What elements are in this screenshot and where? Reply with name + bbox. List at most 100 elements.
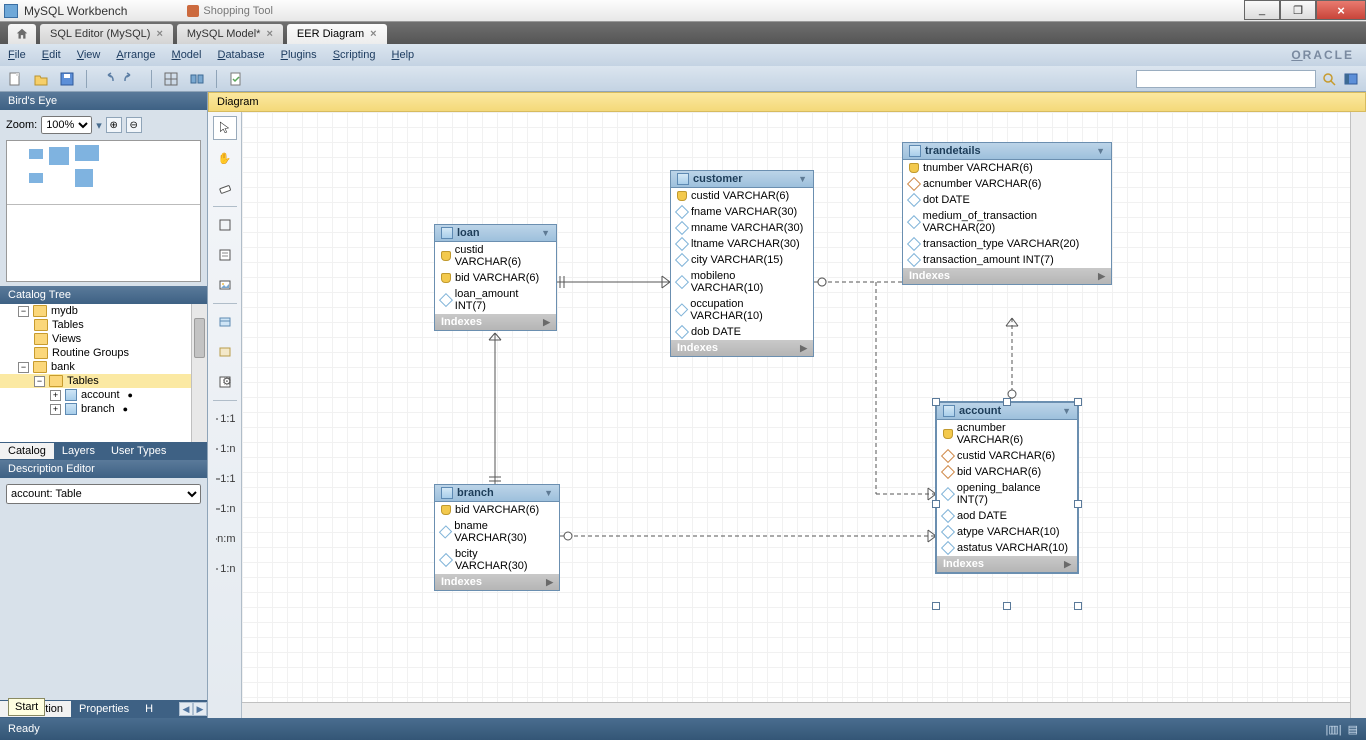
open-file-icon[interactable] [32,70,50,88]
resize-handle[interactable] [1003,398,1011,406]
rel-n-m-tool[interactable]: n:m [213,527,237,551]
menu-scripting[interactable]: Scripting [333,49,376,61]
layer-tool[interactable] [213,213,237,237]
eraser-tool[interactable] [213,176,237,200]
zoom-in-icon[interactable]: ⊕ [106,117,122,133]
menu-edit[interactable]: Edit [42,49,61,61]
resize-handle[interactable] [932,602,940,610]
indexes-section[interactable]: Indexes▶ [435,314,556,330]
undo-icon[interactable] [97,70,115,88]
resize-handle[interactable] [1003,602,1011,610]
menu-arrange[interactable]: Arrange [116,49,155,61]
tab-mysql-model[interactable]: MySQL Model* × [177,24,283,44]
collapse-icon[interactable]: ▼ [1062,406,1071,416]
indexes-section[interactable]: Indexes▶ [671,340,813,356]
column-row[interactable]: bid VARCHAR(6) [435,270,556,286]
column-row[interactable]: bid VARCHAR(6) [435,502,559,518]
column-row[interactable]: mname VARCHAR(30) [671,220,813,236]
status-layout-icon[interactable]: |▥| [1325,723,1341,736]
minimap[interactable] [6,140,201,282]
expand-icon[interactable]: ▶ [546,577,553,588]
rel-1-1-nonid-tool[interactable]: 1:1 [213,407,237,431]
align-icon[interactable] [188,70,206,88]
tab-user-types[interactable]: User Types [103,443,174,459]
close-icon[interactable]: × [156,28,162,40]
pointer-tool[interactable] [213,116,237,140]
indexes-section[interactable]: Indexes▶ [937,556,1077,572]
entity-customer[interactable]: customer▼custid VARCHAR(6)fname VARCHAR(… [670,170,814,357]
resize-handle[interactable] [1074,398,1082,406]
column-row[interactable]: atype VARCHAR(10) [937,524,1077,540]
entity-account[interactable]: account▼acnumber VARCHAR(6)custid VARCHA… [936,402,1078,573]
new-view-tool[interactable] [213,340,237,364]
column-row[interactable]: fname VARCHAR(30) [671,204,813,220]
tab-sql-editor[interactable]: SQL Editor (MySQL) × [40,24,173,44]
grid-toggle-icon[interactable] [162,70,180,88]
search-icon[interactable] [1320,70,1338,88]
column-row[interactable]: astatus VARCHAR(10) [937,540,1077,556]
tree-account[interactable]: account [81,389,120,401]
resize-handle[interactable] [932,500,940,508]
rel-1-1-id-tool[interactable]: 1:1 [213,467,237,491]
new-file-icon[interactable] [6,70,24,88]
close-button[interactable]: × [1316,0,1366,20]
tree-bank[interactable]: bank [51,361,75,373]
maximize-button[interactable]: ❐ [1280,0,1316,20]
column-row[interactable]: bcity VARCHAR(30) [435,546,559,574]
validate-icon[interactable] [227,70,245,88]
column-row[interactable]: transaction_amount INT(7) [903,252,1111,268]
tree-mydb[interactable]: mydb [51,305,78,317]
close-icon[interactable]: × [370,28,376,40]
rel-1-n-id-tool[interactable]: 1:n [213,497,237,521]
indexes-section[interactable]: Indexes▶ [903,268,1111,284]
column-row[interactable]: aod DATE [937,508,1077,524]
menu-view[interactable]: View [77,49,101,61]
search-input[interactable] [1136,70,1316,88]
menu-file[interactable]: File [8,49,26,61]
status-layout2-icon[interactable]: ▤ [1348,723,1358,736]
expand-icon[interactable]: ▶ [543,317,550,328]
collapse-icon[interactable]: ▼ [541,228,550,238]
scroll-left-icon[interactable]: ◀ [179,702,193,716]
entity-branch[interactable]: branch▼bid VARCHAR(6)bname VARCHAR(30)bc… [434,484,560,591]
column-row[interactable]: loan_amount INT(7) [435,286,556,314]
collapse-icon[interactable]: ▼ [544,488,553,498]
column-row[interactable]: opening_balance INT(7) [937,480,1077,508]
entity-trandetails[interactable]: trandetails▼tnumber VARCHAR(6)acnumber V… [902,142,1112,285]
expand-icon[interactable]: ▶ [1064,559,1071,570]
resize-handle[interactable] [1074,500,1082,508]
tab-eer-diagram[interactable]: EER Diagram × [287,24,387,44]
column-row[interactable]: transaction_type VARCHAR(20) [903,236,1111,252]
scroll-right-icon[interactable]: ▶ [193,702,207,716]
tab-h[interactable]: H [137,701,161,717]
column-row[interactable]: custid VARCHAR(6) [671,188,813,204]
scrollbar-horizontal[interactable] [242,702,1350,718]
column-row[interactable]: occupation VARCHAR(10) [671,296,813,324]
resize-handle[interactable] [932,398,940,406]
tree-routine[interactable]: Routine Groups [52,347,129,359]
close-icon[interactable]: × [266,28,272,40]
scrollbar-vertical[interactable] [1350,112,1366,718]
tree-views[interactable]: Views [52,333,81,345]
column-row[interactable]: ltname VARCHAR(30) [671,236,813,252]
minimize-button[interactable]: _ [1244,0,1280,20]
column-row[interactable]: custid VARCHAR(6) [937,448,1077,464]
tab-catalog[interactable]: Catalog [0,443,54,459]
resize-handle[interactable] [1074,602,1082,610]
save-icon[interactable] [58,70,76,88]
diagram-canvas[interactable]: loan▼custid VARCHAR(6)bid VARCHAR(6)loan… [242,112,1366,718]
hand-tool[interactable]: ✋ [213,146,237,170]
redo-icon[interactable] [123,70,141,88]
routine-tool[interactable]: ⚙ [213,370,237,394]
column-row[interactable]: dob DATE [671,324,813,340]
tab-home[interactable] [8,24,36,44]
menu-model[interactable]: Model [172,49,202,61]
collapse-icon[interactable]: ▼ [798,174,807,184]
menu-help[interactable]: Help [392,49,415,61]
expand-icon[interactable]: ▶ [800,343,807,354]
desc-object-select[interactable]: account: Table [6,484,201,504]
tab-layers[interactable]: Layers [54,443,103,459]
column-row[interactable]: mobileno VARCHAR(10) [671,268,813,296]
zoom-out-icon[interactable]: ⊖ [126,117,142,133]
column-row[interactable]: acnumber VARCHAR(6) [903,176,1111,192]
